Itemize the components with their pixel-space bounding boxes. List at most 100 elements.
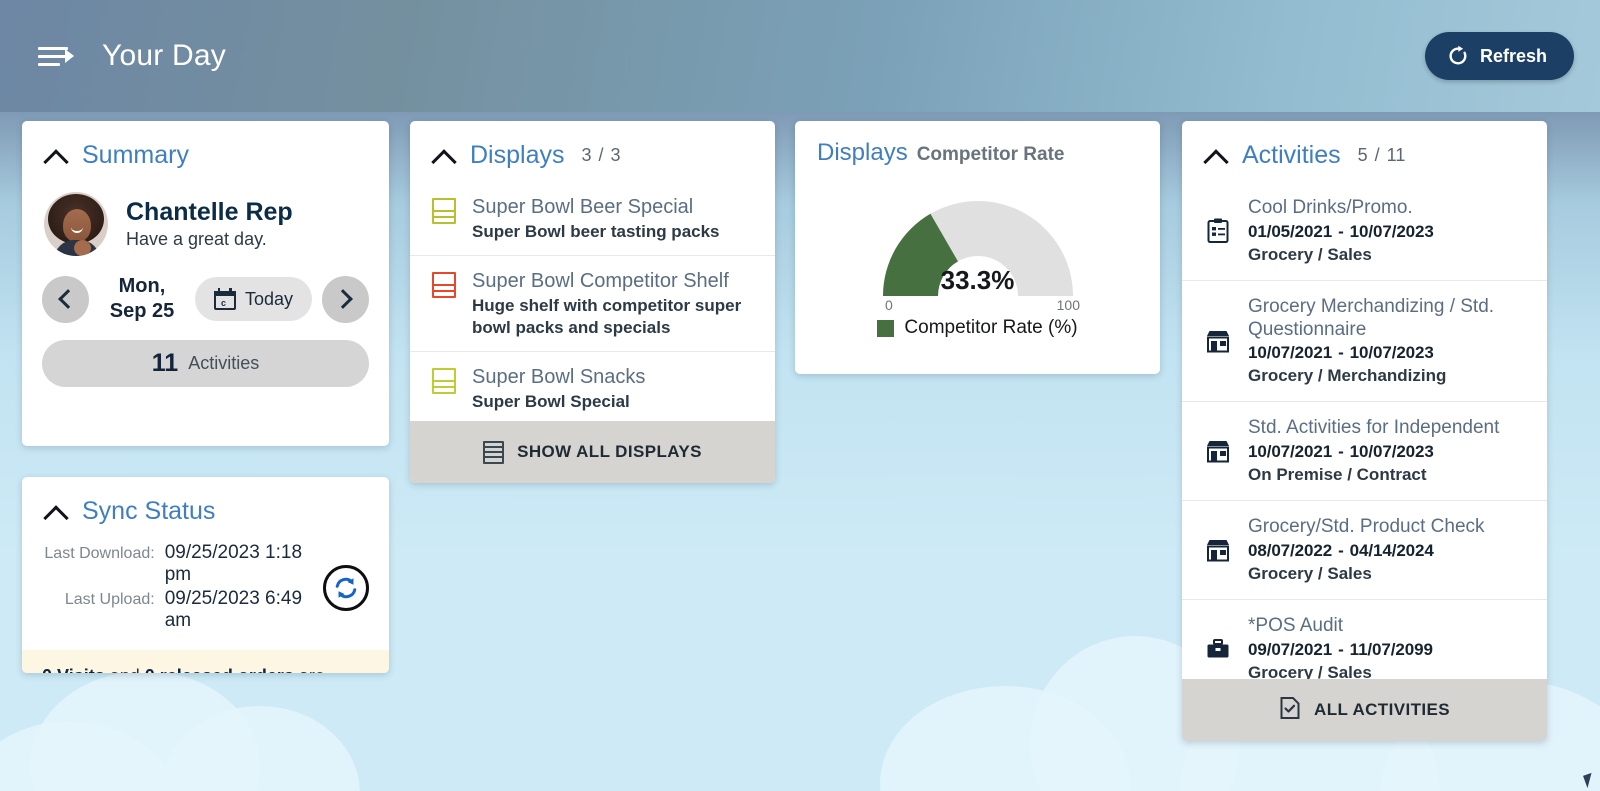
activities-count-label: Activities <box>188 353 260 373</box>
list-item[interactable]: Grocery/Std. Product Check 08/07/2022-04… <box>1182 500 1547 599</box>
activity-dates: 09/07/2021-11/07/2099 <box>1248 639 1433 659</box>
activity-meta: Grocery / Sales <box>1248 244 1372 264</box>
display-subtitle: Super Bowl Special <box>472 391 630 411</box>
last-download-value: 09/25/2023 1:18 pm <box>164 542 303 585</box>
show-all-displays-button[interactable]: SHOW ALL DISPLAYS <box>410 421 775 483</box>
document-check-icon <box>1279 696 1301 725</box>
shelf-icon <box>432 367 456 394</box>
display-title: Super Bowl Beer Special <box>472 196 694 218</box>
activity-title: Grocery Merchandizing / Std. Questionnai… <box>1248 295 1495 340</box>
activities-card-header[interactable]: Activities 5 / 11 <box>1182 121 1547 178</box>
displays-card-header[interactable]: Displays 3 / 3 <box>410 121 775 178</box>
warning-visits: 0 Visits <box>42 666 105 673</box>
summary-title: Summary <box>82 141 189 169</box>
sync-card-header[interactable]: Sync Status <box>22 477 389 534</box>
gauge-max-tick: 100 <box>1056 297 1080 313</box>
last-upload-label: Last Upload: <box>64 591 155 608</box>
current-date-label: Mon, Sep 25 <box>109 275 175 322</box>
activity-title: Cool Drinks/Promo. <box>1248 197 1413 218</box>
date-navigation: Mon, Sep 25 c Today <box>22 260 389 324</box>
displays-card: Displays 3 / 3 Super Bowl Beer Special S… <box>410 121 775 483</box>
legend-swatch <box>877 319 895 337</box>
briefcase-icon <box>1204 615 1232 683</box>
display-title: Super Bowl Competitor Shelf <box>472 270 729 293</box>
summary-card: Summary Chantelle Rep Have a great day. … <box>22 121 389 446</box>
activity-meta: On Premise / Contract <box>1248 465 1427 485</box>
last-upload-row: Last Upload: 09/25/2023 6:49 am <box>42 588 309 632</box>
list-item[interactable]: Super Bowl Beer Special Super Bowl beer … <box>410 182 775 255</box>
previous-day-button[interactable] <box>42 275 89 323</box>
refresh-button[interactable]: Refresh <box>1424 32 1574 80</box>
show-all-displays-label: SHOW ALL DISPLAYS <box>517 442 702 461</box>
mouse-cursor <box>1583 772 1596 789</box>
page-title: Your Day <box>102 39 226 72</box>
chevron-left-icon <box>58 289 78 309</box>
activity-dates: 08/07/2022-04/14/2024 <box>1248 540 1434 560</box>
gauge-min-tick: 0 <box>885 297 893 313</box>
legend-label: Competitor Rate (%) <box>904 317 1078 338</box>
app-header: Your Day Refresh <box>0 0 1600 112</box>
shelf-icon <box>432 272 456 299</box>
displays-list: Super Bowl Beer Special Super Bowl beer … <box>410 178 775 425</box>
sync-refresh-icon[interactable] <box>323 565 369 611</box>
shelf-icon <box>432 198 456 224</box>
calendar-icon: c <box>213 288 236 310</box>
activity-dates: 10/07/2021-10/07/2023 <box>1248 343 1434 363</box>
displays-title: Displays <box>470 141 565 169</box>
display-subtitle: Huge shelf with competitor super bowl pa… <box>472 296 742 337</box>
activity-meta: Grocery / Sales <box>1248 563 1372 583</box>
chevron-up-icon[interactable] <box>1204 149 1228 163</box>
gauge-value-label: 33.3% <box>940 265 1015 295</box>
list-item[interactable]: Std. Activities for Independent 10/07/20… <box>1182 401 1547 500</box>
activity-title: Std. Activities for Independent <box>1248 417 1500 439</box>
next-day-button[interactable] <box>322 275 369 323</box>
list-item[interactable]: Grocery Merchandizing / Std. Questionnai… <box>1182 279 1547 402</box>
clipboard-checklist-icon <box>1204 197 1232 265</box>
avatar <box>44 192 108 256</box>
activities-title: Activities <box>1242 141 1341 169</box>
activity-dates: 10/07/2021-10/07/2023 <box>1248 442 1434 462</box>
summary-card-header[interactable]: Summary <box>22 121 389 178</box>
chevron-right-icon <box>333 289 353 309</box>
shelf-icon <box>483 440 505 464</box>
chevron-up-icon[interactable] <box>432 149 456 163</box>
last-download-label: Last Download: <box>44 545 155 562</box>
gauge-legend: Competitor Rate (%) <box>795 317 1160 339</box>
activities-list: Cool Drinks/Promo. 01/05/2021-10/07/2023… <box>1182 178 1547 698</box>
activities-count: 11 <box>151 349 179 377</box>
profile-greeting: Have a great day. <box>126 229 267 250</box>
all-activities-label: ALL ACTIVITIES <box>1314 700 1450 719</box>
warning-and: and <box>105 666 145 673</box>
display-subtitle: Super Bowl beer tasting packs <box>472 222 720 241</box>
store-icon <box>1204 417 1232 485</box>
display-title: Super Bowl Snacks <box>472 365 646 388</box>
last-upload-value: 09/25/2023 6:49 am <box>164 588 303 631</box>
activity-title: Grocery/Std. Product Check <box>1248 516 1485 538</box>
store-icon <box>1204 516 1232 584</box>
list-item[interactable]: Cool Drinks/Promo. 01/05/2021-10/07/2023… <box>1182 182 1547 280</box>
chevron-up-icon[interactable] <box>44 505 68 519</box>
refresh-label: Refresh <box>1479 45 1547 66</box>
activities-count-badge: 5 / 11 <box>1357 145 1406 165</box>
all-activities-button[interactable]: ALL ACTIVITIES <box>1182 679 1547 741</box>
today-button[interactable]: c Today <box>194 277 312 321</box>
activities-count-bar[interactable]: 11 Activities <box>42 340 369 387</box>
last-download-row: Last Download: 09/25/2023 1:18 pm <box>42 542 309 586</box>
sync-status-card: Sync Status Last Download: 09/25/2023 1:… <box>22 477 389 673</box>
activity-title: *POS Audit <box>1248 614 1344 636</box>
chevron-up-icon[interactable] <box>44 149 68 163</box>
list-item[interactable]: Super Bowl Snacks Super Bowl Special <box>410 350 775 425</box>
warning-orders: 0 released orders <box>145 666 294 673</box>
list-item[interactable]: Super Bowl Competitor Shelf Huge shelf w… <box>410 255 775 351</box>
activity-dates: 01/05/2021-10/07/2023 <box>1248 221 1434 241</box>
competitor-rate-gauge-card: Displays Competitor Rate 33.3% 0 100 Com… <box>795 121 1160 374</box>
displays-count: 3 / 3 <box>581 145 621 165</box>
today-label: Today <box>244 288 293 309</box>
activities-card: Activities 5 / 11 Cool Drinks/Promo. 01/… <box>1182 121 1547 741</box>
app-root: Your Day Refresh Summary Chantelle Rep H… <box>0 0 1600 791</box>
gauge-card-header: Displays Competitor Rate <box>795 121 1160 167</box>
gauge-title: Displays <box>817 139 908 166</box>
gauge-chart: 33.3% 0 100 Competitor Rate (%) <box>795 171 1160 338</box>
activity-meta: Grocery / Merchandizing <box>1248 366 1447 386</box>
hamburger-arrow-icon[interactable] <box>38 43 74 69</box>
